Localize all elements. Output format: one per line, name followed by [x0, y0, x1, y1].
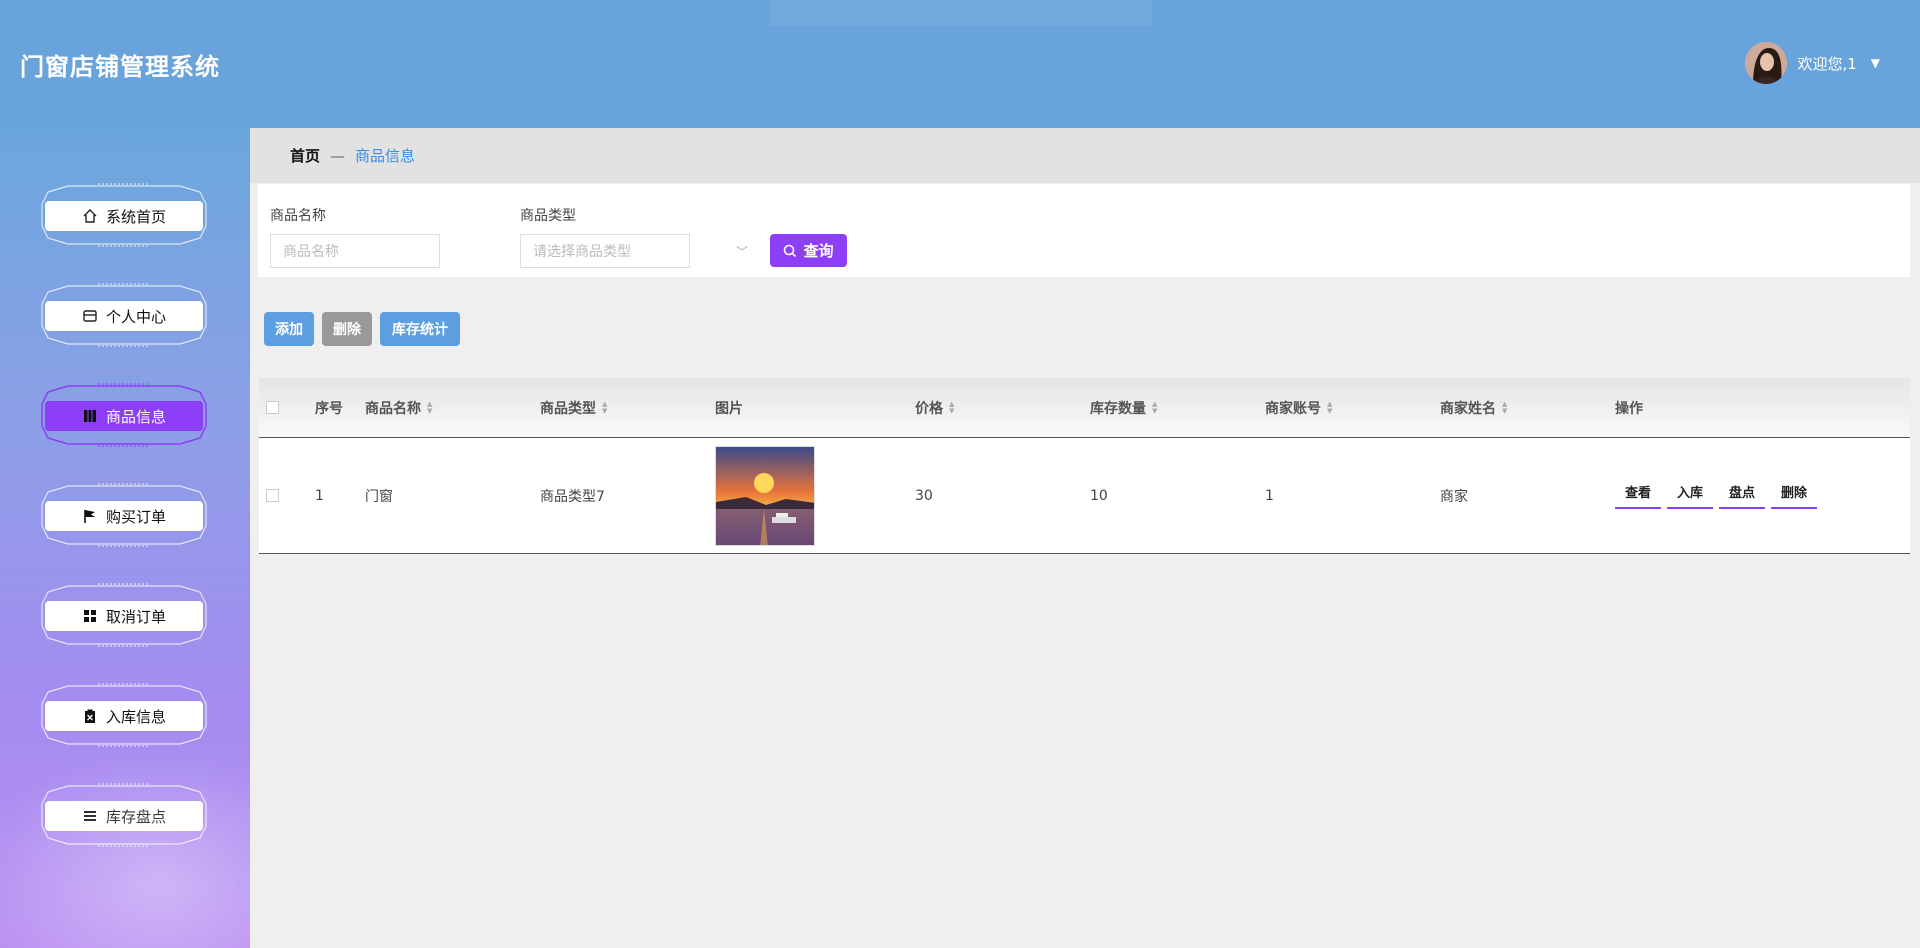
query-button[interactable]: 查询: [770, 234, 847, 267]
sidebar-item-label: 个人中心: [105, 307, 166, 326]
sidebar-item-cancelled-orders[interactable]: 取消订单: [38, 582, 210, 648]
product-name-label: 商品名称: [270, 208, 326, 224]
cell-stock: 10: [1090, 487, 1108, 504]
add-button[interactable]: 添加: [264, 312, 314, 346]
clipboard-icon: [82, 708, 98, 724]
cell-price: 30: [915, 487, 933, 504]
table-header: 序号 商品名称 ▲ ▼ 商品类型 ▲ ▼ 图片 价格 ▲ ▼ 库存数量 ▲ ▼ 商家账号 ▲ ▼ 商…: [259, 378, 1910, 438]
sort-icon[interactable]: ▲ ▼: [602, 400, 607, 415]
col-merchant-name[interactable]: 商家姓名 ▲ ▼: [1440, 378, 1507, 437]
header-highlight: [770, 0, 1152, 26]
sidebar-item-home[interactable]: 系统首页: [38, 182, 210, 248]
app-title: 门窗店铺管理系统: [20, 53, 220, 81]
list-icon: [82, 808, 98, 824]
select-all-checkbox[interactable]: [266, 401, 279, 414]
col-actions: 操作: [1615, 400, 1643, 417]
breadcrumb-separator: —: [330, 146, 346, 165]
sidebar-item-label: 商品信息: [105, 407, 166, 426]
sort-icon[interactable]: ▲ ▼: [427, 400, 432, 415]
product-type-select[interactable]: 请选择商品类型: [520, 234, 690, 268]
sidebar-item-profile[interactable]: 个人中心: [38, 282, 210, 348]
frame-decoration: [41, 783, 207, 847]
sort-icon[interactable]: ▲ ▼: [1152, 400, 1157, 415]
cell-merchant-account: 1: [1265, 487, 1274, 504]
search-panel: 商品名称 商品名称 商品类型 请选择商品类型 ﹀ 查询: [258, 184, 1910, 277]
product-image[interactable]: [715, 445, 815, 546]
search-icon: [784, 244, 797, 257]
cell-type: 商品类型7: [540, 488, 605, 505]
welcome-text: 欢迎您,1: [1797, 54, 1857, 73]
sidebar: 系统首页 个人中心 商品信息 购买订单 取消订单 入库信息 库存盘点: [0, 128, 250, 948]
sidebar-item-label: 取消订单: [105, 607, 166, 626]
delete-button[interactable]: 删除: [322, 312, 372, 346]
sort-icon[interactable]: ▲ ▼: [949, 400, 954, 415]
stock-stats-button[interactable]: 库存统计: [380, 312, 460, 346]
row-delete-button[interactable]: 删除: [1771, 482, 1818, 509]
wallet-icon: [82, 308, 98, 324]
view-button[interactable]: 查看: [1615, 482, 1662, 509]
row-actions: 查看 入库 盘点 删除: [1615, 438, 1823, 553]
product-name-input[interactable]: 商品名称: [270, 234, 440, 268]
breadcrumb: 首页 — 商品信息: [250, 128, 1920, 183]
col-index: 序号: [315, 400, 343, 417]
col-type[interactable]: 商品类型 ▲ ▼: [540, 378, 607, 437]
chevron-down-icon[interactable]: ▼: [1871, 56, 1880, 70]
row-checkbox[interactable]: [266, 489, 279, 502]
stock-in-button[interactable]: 入库: [1667, 482, 1714, 509]
cell-index: 1: [315, 487, 324, 504]
user-menu[interactable]: 欢迎您,1 ▼: [1745, 42, 1880, 84]
sidebar-item-label: 入库信息: [105, 707, 166, 726]
sidebar-item-label: 购买订单: [105, 507, 166, 526]
sidebar-item-purchase-orders[interactable]: 购买订单: [38, 482, 210, 548]
sidebar-item-label: 系统首页: [105, 207, 166, 226]
inventory-check-button[interactable]: 盘点: [1719, 482, 1766, 509]
table-row: 1 门窗 商品类型7 30 10 1 商家 查看 入库 盘点 删除: [259, 438, 1910, 554]
product-type-label: 商品类型: [520, 208, 576, 224]
cell-merchant-name: 商家: [1440, 488, 1468, 505]
product-table: 序号 商品名称 ▲ ▼ 商品类型 ▲ ▼ 图片 价格 ▲ ▼ 库存数量 ▲ ▼ 商家账号 ▲ ▼ 商…: [259, 378, 1910, 554]
sidebar-item-label: 库存盘点: [105, 807, 166, 826]
sidebar-item-products[interactable]: 商品信息: [38, 382, 210, 448]
col-image: 图片: [715, 400, 743, 417]
sidebar-item-stock-in[interactable]: 入库信息: [38, 682, 210, 748]
home-icon: [82, 208, 98, 224]
top-header: 门窗店铺管理系统 欢迎您,1 ▼: [0, 0, 1920, 128]
book-icon: [82, 408, 98, 424]
col-merchant-account[interactable]: 商家账号 ▲ ▼: [1265, 378, 1332, 437]
sort-icon[interactable]: ▲ ▼: [1502, 400, 1507, 415]
sidebar-item-inventory-check[interactable]: 库存盘点: [38, 782, 210, 848]
col-name[interactable]: 商品名称 ▲ ▼: [365, 378, 432, 437]
avatar[interactable]: [1745, 42, 1788, 84]
query-label: 查询: [803, 242, 834, 260]
cell-name: 门窗: [365, 488, 393, 505]
breadcrumb-current: 商品信息: [355, 147, 416, 165]
grid-icon: [82, 608, 98, 624]
breadcrumb-home[interactable]: 首页: [290, 145, 320, 166]
col-stock[interactable]: 库存数量 ▲ ▼: [1090, 378, 1157, 437]
sort-icon[interactable]: ▲ ▼: [1327, 400, 1332, 415]
chevron-down-icon[interactable]: ﹀: [736, 243, 748, 260]
flag-icon: [82, 508, 98, 524]
col-price[interactable]: 价格 ▲ ▼: [915, 378, 954, 437]
